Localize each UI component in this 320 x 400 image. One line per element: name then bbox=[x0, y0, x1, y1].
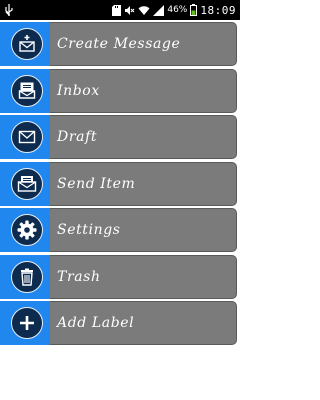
compose-mail-icon bbox=[11, 28, 43, 60]
menu-item-label: Settings bbox=[50, 208, 237, 252]
menu-item-label: Inbox bbox=[50, 68, 237, 113]
mute-icon bbox=[124, 5, 135, 16]
menu-item-label: Send Item bbox=[50, 161, 237, 206]
sent-mail-icon bbox=[11, 167, 43, 200]
status-bar: 46% 18:09 bbox=[0, 0, 240, 20]
clock: 18:09 bbox=[200, 3, 236, 17]
menu-item-send-item[interactable]: Send Item bbox=[0, 161, 240, 206]
menu-item-create-message[interactable]: Create Message bbox=[0, 22, 240, 66]
menu-item-draft[interactable]: Draft bbox=[0, 115, 240, 159]
menu-item-label: Create Message bbox=[50, 22, 237, 66]
usb-icon bbox=[4, 4, 14, 16]
add-icon bbox=[11, 307, 43, 339]
signal-icon bbox=[153, 4, 165, 16]
menu-item-label: Draft bbox=[50, 115, 237, 159]
wifi-icon bbox=[138, 5, 150, 16]
inbox-icon bbox=[11, 74, 43, 107]
draft-mail-icon bbox=[11, 121, 43, 153]
mail-menu: Create Message Inbox Draft Send Item Set… bbox=[0, 22, 240, 348]
menu-item-add-label[interactable]: Add Label bbox=[0, 301, 240, 345]
menu-item-label: Trash bbox=[50, 254, 237, 299]
sd-card-icon bbox=[112, 4, 122, 16]
menu-item-trash[interactable]: Trash bbox=[0, 254, 240, 299]
menu-item-label: Add Label bbox=[50, 301, 237, 345]
battery-percent: 46% bbox=[167, 5, 188, 15]
battery-icon bbox=[190, 4, 198, 16]
settings-gear-icon bbox=[11, 214, 43, 246]
menu-item-settings[interactable]: Settings bbox=[0, 208, 240, 252]
trash-icon bbox=[11, 260, 43, 293]
menu-item-inbox[interactable]: Inbox bbox=[0, 68, 240, 113]
